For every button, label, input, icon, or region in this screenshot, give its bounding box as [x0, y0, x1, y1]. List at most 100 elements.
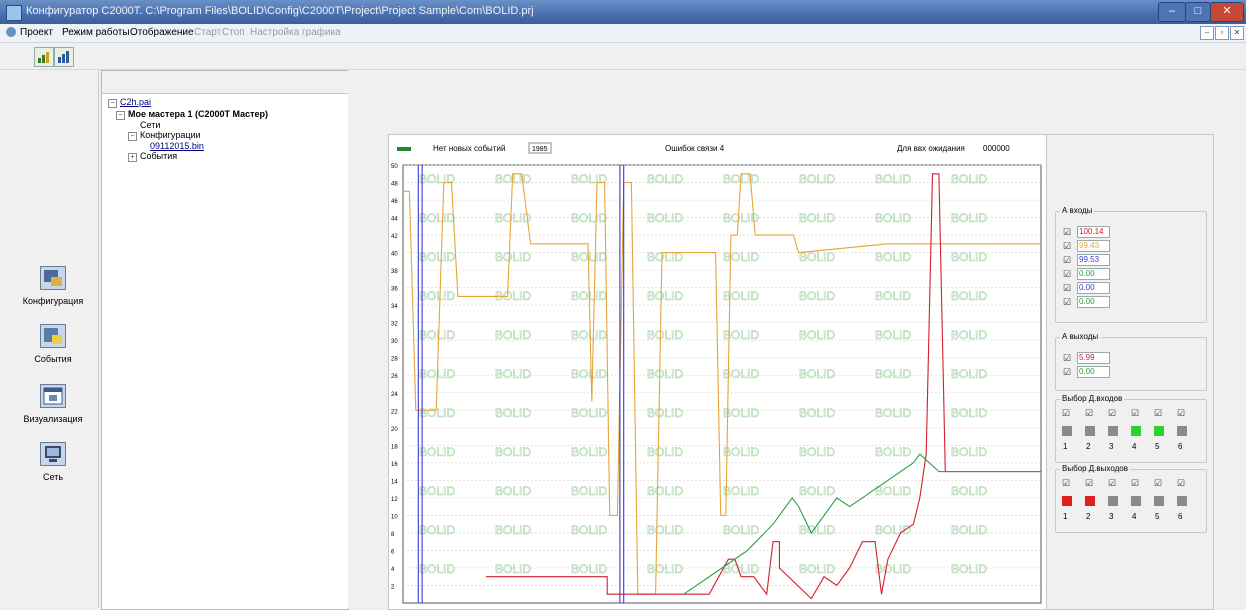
menu-view[interactable]: Отображение	[130, 27, 194, 38]
event-counter: 1985	[532, 146, 548, 153]
discrete-input-indicator	[1085, 426, 1095, 436]
watermark-text: BOLID	[799, 172, 835, 186]
discrete-input-checkbox[interactable]: ☑	[1177, 408, 1185, 419]
tree-configurations[interactable]: Конфигурации	[140, 130, 201, 140]
discrete-output-indicator	[1177, 496, 1187, 506]
menu-mode[interactable]: Режим работы	[62, 27, 130, 38]
tree-networks[interactable]: Сети	[140, 120, 160, 130]
tree-config-file[interactable]: 09112015.bin	[150, 141, 204, 151]
watermark-text: BOLID	[571, 523, 607, 537]
analog-input-checkbox[interactable]: ☑	[1063, 283, 1071, 293]
tree-root[interactable]: C2h.pai	[120, 97, 151, 107]
analog-input-checkbox[interactable]: ☑	[1063, 297, 1071, 307]
minimize-button[interactable]: –	[1158, 2, 1186, 22]
watermark-text: BOLID	[495, 406, 531, 420]
tree-collapse-icon[interactable]: −	[116, 111, 125, 120]
y-tick-label: 46	[391, 199, 398, 205]
maximize-button[interactable]: □	[1185, 2, 1211, 22]
discrete-input-checkbox[interactable]: ☑	[1131, 408, 1139, 419]
trend-chart[interactable]: Нет новых событий 1985 Ошибок связи 4 Дл…	[389, 135, 1046, 609]
discrete-input-checkbox[interactable]: ☑	[1085, 408, 1093, 419]
watermark-text: BOLID	[419, 406, 455, 420]
menu-start[interactable]: Старт	[194, 27, 221, 38]
analog-output-checkbox[interactable]: ☑	[1063, 367, 1071, 377]
mdi-restore-icon[interactable]: ▫	[1215, 26, 1229, 40]
watermark-text: BOLID	[495, 250, 531, 264]
nav-networks-label: Сеть	[42, 472, 64, 482]
signals-panel: А входы ☑ 100.14 ☑ 99.43 ☑ 99.53 ☑ 0.00 ☑ 0.00 ☑ 0.…	[1046, 134, 1214, 610]
analog-input-value: 0.00	[1077, 268, 1110, 280]
discrete-output-checkbox[interactable]: ☑	[1085, 478, 1093, 489]
discrete-output-checkbox[interactable]: ☑	[1108, 478, 1116, 489]
analog-outputs-title: А выходы	[1060, 332, 1101, 341]
nav-configuration[interactable]: Конфигурация	[8, 266, 98, 322]
chart-button[interactable]	[54, 47, 74, 67]
analog-input-checkbox[interactable]: ☑	[1063, 255, 1071, 265]
watermark-text: BOLID	[647, 523, 683, 537]
tree-events[interactable]: События	[140, 151, 177, 161]
watermark-text: BOLID	[647, 484, 683, 498]
watermark-text: BOLID	[951, 289, 987, 303]
watermark-text: BOLID	[951, 523, 987, 537]
nav-visualization[interactable]: Визуализация	[8, 384, 98, 440]
watermark-text: BOLID	[571, 367, 607, 381]
discrete-output-checkbox[interactable]: ☑	[1062, 478, 1070, 489]
mdi-minimize-icon[interactable]: –	[1200, 26, 1214, 40]
watermark-text: BOLID	[875, 172, 911, 186]
watermark-text: BOLID	[571, 406, 607, 420]
menu-stop[interactable]: Стоп	[222, 27, 245, 38]
watermark-text: BOLID	[799, 562, 835, 576]
analog-input-checkbox[interactable]: ☑	[1063, 241, 1071, 251]
watermark-text: BOLID	[647, 328, 683, 342]
analog-input-checkbox[interactable]: ☑	[1063, 227, 1071, 237]
discrete-input-number: 6	[1178, 442, 1183, 451]
mdi-close-icon[interactable]: ✕	[1230, 26, 1244, 40]
watermark-text: BOLID	[875, 406, 911, 420]
close-button[interactable]: ✕	[1210, 2, 1244, 22]
discrete-input-checkbox[interactable]: ☑	[1154, 408, 1162, 419]
nav-networks[interactable]: Сеть	[8, 442, 98, 498]
discrete-input-checkbox[interactable]: ☑	[1062, 408, 1070, 419]
menu-chart-settings[interactable]: Настройка графика	[250, 27, 341, 38]
analog-input-checkbox[interactable]: ☑	[1063, 269, 1071, 279]
tree-master[interactable]: Мое мастера 1 (С2000Т Мастер)	[128, 109, 268, 119]
nav-events[interactable]: События	[8, 324, 98, 380]
menu-project[interactable]: Проект	[20, 27, 53, 38]
analog-output-value: 0.00	[1077, 366, 1110, 378]
discrete-output-number: 5	[1155, 512, 1160, 521]
watermark-text: BOLID	[419, 172, 455, 186]
y-tick-label: 16	[391, 462, 398, 468]
events-icon	[40, 324, 66, 348]
analog-inputs-group: А входы ☑ 100.14 ☑ 99.43 ☑ 99.53 ☑ 0.00 ☑ 0.00 ☑ 0.…	[1055, 206, 1207, 323]
watermark-text: BOLID	[875, 211, 911, 225]
y-tick-label: 36	[391, 287, 398, 293]
discrete-output-checkbox[interactable]: ☑	[1154, 478, 1162, 489]
tree-expand-icon[interactable]: +	[128, 153, 137, 162]
watermark-text: BOLID	[647, 367, 683, 381]
watermark-text: BOLID	[419, 484, 455, 498]
discrete-outputs-title: Выбор Д.выходов	[1060, 464, 1130, 473]
tree-collapse-icon[interactable]: −	[108, 99, 117, 108]
analog-output-checkbox[interactable]: ☑	[1063, 353, 1071, 363]
watermark-text: BOLID	[419, 250, 455, 264]
y-tick-label: 38	[391, 269, 398, 275]
chart-add-button[interactable]	[34, 47, 54, 67]
app-menu-icon[interactable]	[6, 27, 16, 37]
watermark-text: BOLID	[723, 250, 759, 264]
time-label: Для ввх ожидания	[897, 144, 965, 153]
watermark-text: BOLID	[571, 445, 607, 459]
analog-output-value: 5.99	[1077, 352, 1110, 364]
watermark-text: BOLID	[495, 328, 531, 342]
configuration-icon	[40, 266, 66, 290]
discrete-output-indicator	[1131, 496, 1141, 506]
discrete-inputs-title: Выбор Д.входов	[1060, 394, 1125, 403]
discrete-input-checkbox[interactable]: ☑	[1108, 408, 1116, 419]
watermark-text: BOLID	[799, 289, 835, 303]
discrete-output-checkbox[interactable]: ☑	[1177, 478, 1185, 489]
discrete-output-indicator	[1085, 496, 1095, 506]
no-events-label: Нет новых событий	[433, 144, 505, 153]
project-tree: − C2h.pai − Мое мастера 1 (С2000Т Мастер…	[101, 70, 349, 610]
toolbar	[0, 43, 1246, 70]
discrete-output-checkbox[interactable]: ☑	[1131, 478, 1139, 489]
tree-collapse-icon[interactable]: −	[128, 132, 137, 141]
